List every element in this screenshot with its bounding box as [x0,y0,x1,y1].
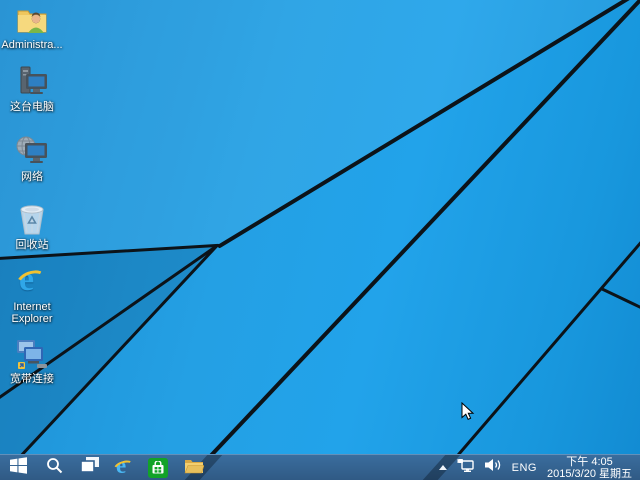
desktop-icon-label: 网络 [21,171,43,183]
desktop-icon-internet-explorer[interactable]: e Internet Explorer [0,264,64,325]
desktop-icon-label: 回收站 [16,239,49,251]
desktop-icon-label: 这台电脑 [10,101,54,113]
desktop-icon-administrator[interactable]: Administra... [0,2,64,51]
store-button[interactable] [142,455,174,480]
show-hidden-icons-caret [439,465,447,470]
desktop-icon-recycle-bin[interactable]: 回收站 [0,202,64,251]
show-hidden-icons-button[interactable] [434,455,452,480]
wallpaper-line [436,239,640,480]
ie-icon: e [113,457,135,479]
recycle-bin-icon [14,202,50,238]
system-tray: ENG 下午 4:05 2015/3/20 星期五 [434,455,640,480]
language-indicator[interactable]: ENG [507,455,542,480]
windows-start-icon [10,457,27,479]
clock-date: 2015/3/20 星期五 [547,468,632,480]
network-globe-icon [14,134,50,170]
desktop-icon-label: 宽带连接 [10,373,54,385]
search-button[interactable] [38,455,70,480]
broadband-connection-icon [14,336,50,372]
folder-icon [184,457,204,479]
search-icon [46,457,63,479]
network-connection-icon [457,458,475,478]
computer-icon [14,64,50,100]
taskbar: e [0,454,640,480]
desktop-icon-broadband[interactable]: 宽带连接 [0,336,64,385]
volume-tray-button[interactable] [480,455,507,480]
desktop-icon-network[interactable]: 网络 [0,134,64,183]
network-tray-button[interactable] [452,455,480,480]
language-label: ENG [512,462,537,474]
wallpaper-facet-light [0,0,640,480]
speaker-icon [485,458,502,477]
desktop-wallpaper [0,0,640,480]
desktop-icon-label: Internet Explorer [1,301,63,325]
file-explorer-button[interactable] [178,455,210,480]
user-folder-icon [14,2,50,38]
task-view-button[interactable] [74,455,106,480]
desktop-icon-label: Administra... [1,39,62,51]
clock-time: 下午 4:05 [547,456,632,468]
wallpaper-line [600,287,640,310]
ie-icon: e [14,264,50,300]
internet-explorer-button[interactable]: e [108,455,140,480]
clock[interactable]: 下午 4:05 2015/3/20 星期五 [542,455,640,480]
task-view-icon [81,457,99,478]
start-button[interactable] [2,455,34,480]
desktop-icon-this-pc[interactable]: 这台电脑 [0,64,64,113]
store-icon [148,458,168,478]
